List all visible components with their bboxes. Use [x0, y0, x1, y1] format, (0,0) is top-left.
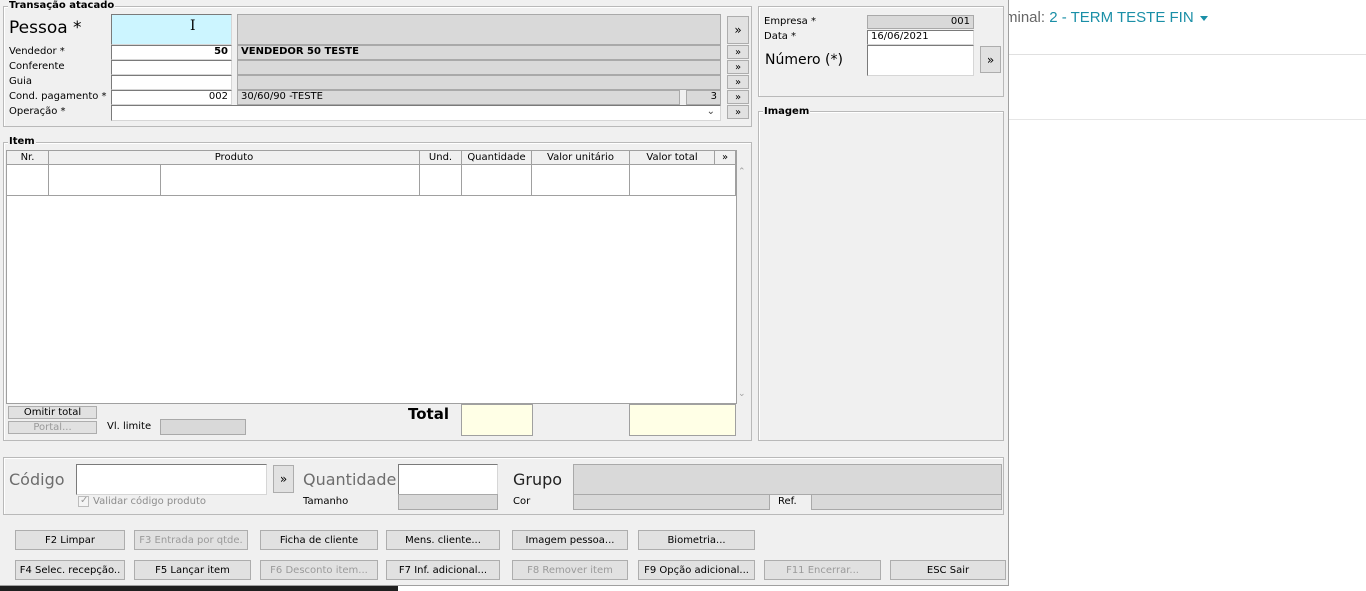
grupo-display [573, 464, 1002, 495]
biometria-button[interactable]: Biometria... [638, 530, 755, 550]
imagem-group [758, 111, 1004, 441]
cond-pagamento-lookup-button[interactable]: » [727, 90, 749, 104]
guia-input[interactable] [111, 75, 232, 90]
ficha-cliente-button[interactable]: Ficha de cliente [260, 530, 378, 550]
numero-lookup-button[interactable]: » [980, 46, 1001, 73]
f9-opcao-adicional-button[interactable]: F9 Opção adicional... [638, 560, 755, 580]
column-header-nr[interactable]: Nr. [7, 151, 49, 165]
imagem-group-title: Imagem [763, 106, 811, 118]
pessoa-input[interactable]: I [111, 14, 232, 45]
cond-pagamento-code-input[interactable]: 002 [111, 90, 232, 105]
codigo-label: Código [9, 470, 65, 489]
f2-limpar-button[interactable]: F2 Limpar [15, 530, 125, 550]
row-cell-produto-code[interactable] [49, 165, 161, 196]
f4-selec-recepcao-button[interactable]: F4 Selec. recepção.. [15, 560, 125, 580]
empresa-label: Empresa * [764, 16, 816, 27]
item-grid[interactable]: Nr. Produto Und. Quantidade Valor unitár… [6, 150, 746, 404]
scroll-up-icon[interactable]: ⌃ [738, 167, 746, 177]
tamanho-label: Tamanho [303, 496, 349, 507]
guia-label: Guia [9, 76, 32, 87]
mens-cliente-button[interactable]: Mens. cliente... [386, 530, 500, 550]
row-cell-und[interactable] [420, 165, 462, 196]
taskbar-strip [0, 586, 398, 591]
f5-lancar-item-button[interactable]: F5 Lançar item [134, 560, 251, 580]
cor-display [573, 494, 770, 510]
cond-pagamento-installments: 3 [686, 90, 721, 105]
item-group-title: Item [8, 136, 36, 148]
vendedor-lookup-button[interactable]: » [727, 45, 749, 59]
pessoa-label: Pessoa * [9, 18, 82, 38]
f6-desconto-item-button[interactable]: F6 Desconto item... [260, 560, 378, 580]
operacao-lookup-button[interactable]: » [727, 105, 749, 119]
quantidade-label: Quantidade [303, 470, 397, 489]
column-expand-button[interactable]: » [715, 151, 736, 165]
codigo-input[interactable] [76, 464, 267, 495]
f8-remover-item-button[interactable]: F8 Remover item [512, 560, 628, 580]
total-label: Total [408, 405, 449, 423]
column-header-produto[interactable]: Produto [49, 151, 420, 165]
transacao-group-title: Transação atacado [8, 0, 116, 12]
row-cell-nr[interactable] [7, 165, 49, 196]
vendedor-name-display: VENDEDOR 50 TESTE [237, 45, 721, 60]
terminal-prefix: minal: [1005, 9, 1050, 26]
column-header-valor-unitario[interactable]: Valor unitário [532, 151, 630, 165]
total-quantidade-display [461, 404, 533, 436]
scroll-down-icon[interactable]: ⌄ [738, 389, 746, 399]
ref-display [811, 494, 1002, 510]
column-header-und[interactable]: Und. [420, 151, 462, 165]
conferente-input[interactable] [111, 60, 232, 75]
operacao-label: Operação * [9, 106, 66, 117]
f3-entrada-qtde-button[interactable]: F3 Entrada por qtde. [134, 530, 248, 550]
pessoa-lookup-button[interactable]: » [727, 16, 749, 44]
guia-lookup-button[interactable]: » [727, 75, 749, 89]
cond-pagamento-label: Cond. pagamento * [9, 91, 107, 102]
conferente-label: Conferente [9, 61, 65, 72]
nav-divider [1009, 54, 1366, 55]
column-header-valor-total[interactable]: Valor total [630, 151, 715, 165]
validar-codigo-checkbox[interactable]: ✓ [78, 495, 89, 507]
operacao-select[interactable]: ⌄ [111, 105, 721, 121]
data-label: Data * [764, 31, 797, 42]
terminal-name[interactable]: 2 - TERM TESTE FIN [1049, 9, 1193, 26]
numero-label: Número (*) [765, 52, 843, 68]
imagem-pessoa-button[interactable]: Imagem pessoa... [512, 530, 628, 550]
vl-limite-label: Vl. limite [107, 421, 152, 432]
total-valor-display [629, 404, 736, 436]
tamanho-display [398, 494, 498, 510]
row-cell-valor-unitario[interactable] [532, 165, 630, 196]
row-cell-valor-total[interactable] [630, 165, 736, 196]
f7-inf-adicional-button[interactable]: F7 Inf. adicional... [386, 560, 500, 580]
checkmark-icon: ✓ [80, 495, 89, 506]
row-cell-produto-desc[interactable] [161, 165, 420, 196]
data-input[interactable]: 16/06/2021 [867, 30, 974, 45]
terminal-indicator[interactable]: minal: 2 - TERM TESTE FIN [1005, 9, 1208, 26]
vl-limite-value [160, 419, 246, 435]
codigo-lookup-button[interactable]: » [273, 465, 294, 493]
chevron-down-icon[interactable]: ⌄ [707, 106, 715, 118]
ref-label: Ref. [778, 496, 797, 507]
conferente-lookup-button[interactable]: » [727, 60, 749, 74]
vendedor-label: Vendedor * [9, 46, 65, 57]
quantidade-input[interactable] [398, 464, 498, 495]
omitir-total-button[interactable]: Omitir total [8, 406, 97, 419]
esc-sair-button[interactable]: ESC Sair [890, 560, 1006, 580]
conferente-name-display [237, 60, 721, 75]
cond-pagamento-name-display: 30/60/90 -TESTE [237, 90, 680, 105]
grupo-label: Grupo [513, 470, 563, 489]
cor-label: Cor [513, 496, 531, 507]
caret-down-icon[interactable] [1199, 15, 1208, 21]
pessoa-name-display [237, 14, 721, 45]
portal-button[interactable]: Portal... [8, 421, 97, 434]
text-cursor-icon: I [190, 18, 196, 34]
empresa-value: 001 [867, 15, 974, 29]
content-divider [1009, 119, 1366, 120]
vendedor-code-input[interactable]: 50 [111, 45, 232, 60]
f11-encerrar-button[interactable]: F11 Encerrar... [764, 560, 881, 580]
row-cell-quantidade[interactable] [462, 165, 532, 196]
column-header-quantidade[interactable]: Quantidade [462, 151, 532, 165]
guia-name-display [237, 75, 721, 90]
transaction-window: Transação atacado Pessoa * I » Vendedor … [0, 0, 1009, 586]
validar-codigo-label[interactable]: Validar código produto [93, 496, 206, 508]
numero-input[interactable] [867, 45, 974, 76]
